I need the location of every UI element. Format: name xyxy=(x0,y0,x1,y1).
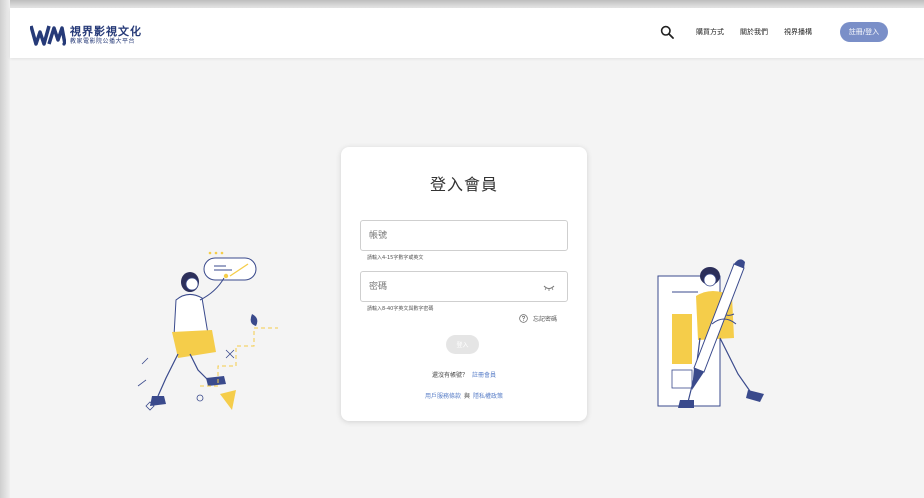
login-submit-button[interactable]: 登入 xyxy=(446,335,479,354)
help-icon xyxy=(519,314,528,323)
site-header: 視界影視文化 教家電影院公播大平台 購買方式 關於我們 視界播構 註冊/登入 xyxy=(10,8,924,58)
register-link[interactable]: 註冊會員 xyxy=(472,372,496,379)
window-frame-top xyxy=(0,0,924,8)
username-field[interactable] xyxy=(360,220,568,251)
person-chat-illustration xyxy=(137,251,278,411)
window-frame-left xyxy=(0,0,10,498)
username-hint: 請輸入4-15字數字或英文 xyxy=(367,255,424,261)
logo-title: 視界影視文化 xyxy=(70,24,142,38)
login-title: 登入會員 xyxy=(429,175,498,194)
nav-purchase[interactable]: 購買方式 xyxy=(696,27,724,37)
logo-mark-icon xyxy=(30,25,66,46)
forgot-password-link[interactable]: 忘記密碼 xyxy=(519,314,557,323)
terms-link[interactable]: 用戶服務條款 xyxy=(425,393,461,400)
username-input[interactable] xyxy=(361,221,567,250)
password-hint: 請輸入8-40字英文與數字密碼 xyxy=(367,306,434,312)
site-logo[interactable]: 視界影視文化 教家電影院公播大平台 xyxy=(30,24,142,46)
policy-row: 用戶服務條款與隱私權政策 xyxy=(341,391,587,400)
password-field[interactable] xyxy=(360,271,568,302)
logo-subtitle: 教家電影院公播大平台 xyxy=(70,37,136,45)
password-input[interactable] xyxy=(361,272,567,301)
forgot-password-label: 忘記密碼 xyxy=(533,316,558,323)
policy-and-text: 與 xyxy=(463,393,470,400)
nav-about[interactable]: 關於我們 xyxy=(740,27,768,37)
nav-broadcast[interactable]: 視界播構 xyxy=(784,27,812,37)
person-pencil-illustration xyxy=(657,259,764,408)
login-card: 登入會員 請輸入4-15字數字或英文 請輸入8-40字英文與數字密碼 忘記密碼 … xyxy=(341,147,587,421)
privacy-link[interactable]: 隱私權政策 xyxy=(473,393,503,400)
login-register-button[interactable]: 註冊/登入 xyxy=(840,22,888,42)
no-account-text: 還沒有帳號？ xyxy=(431,372,468,379)
search-icon[interactable] xyxy=(660,25,674,39)
register-row: 還沒有帳號？ 註冊會員 xyxy=(341,370,587,379)
main-nav: 購買方式 關於我們 視界播構 註冊/登入 xyxy=(660,20,888,44)
eye-closed-icon[interactable] xyxy=(543,281,555,293)
